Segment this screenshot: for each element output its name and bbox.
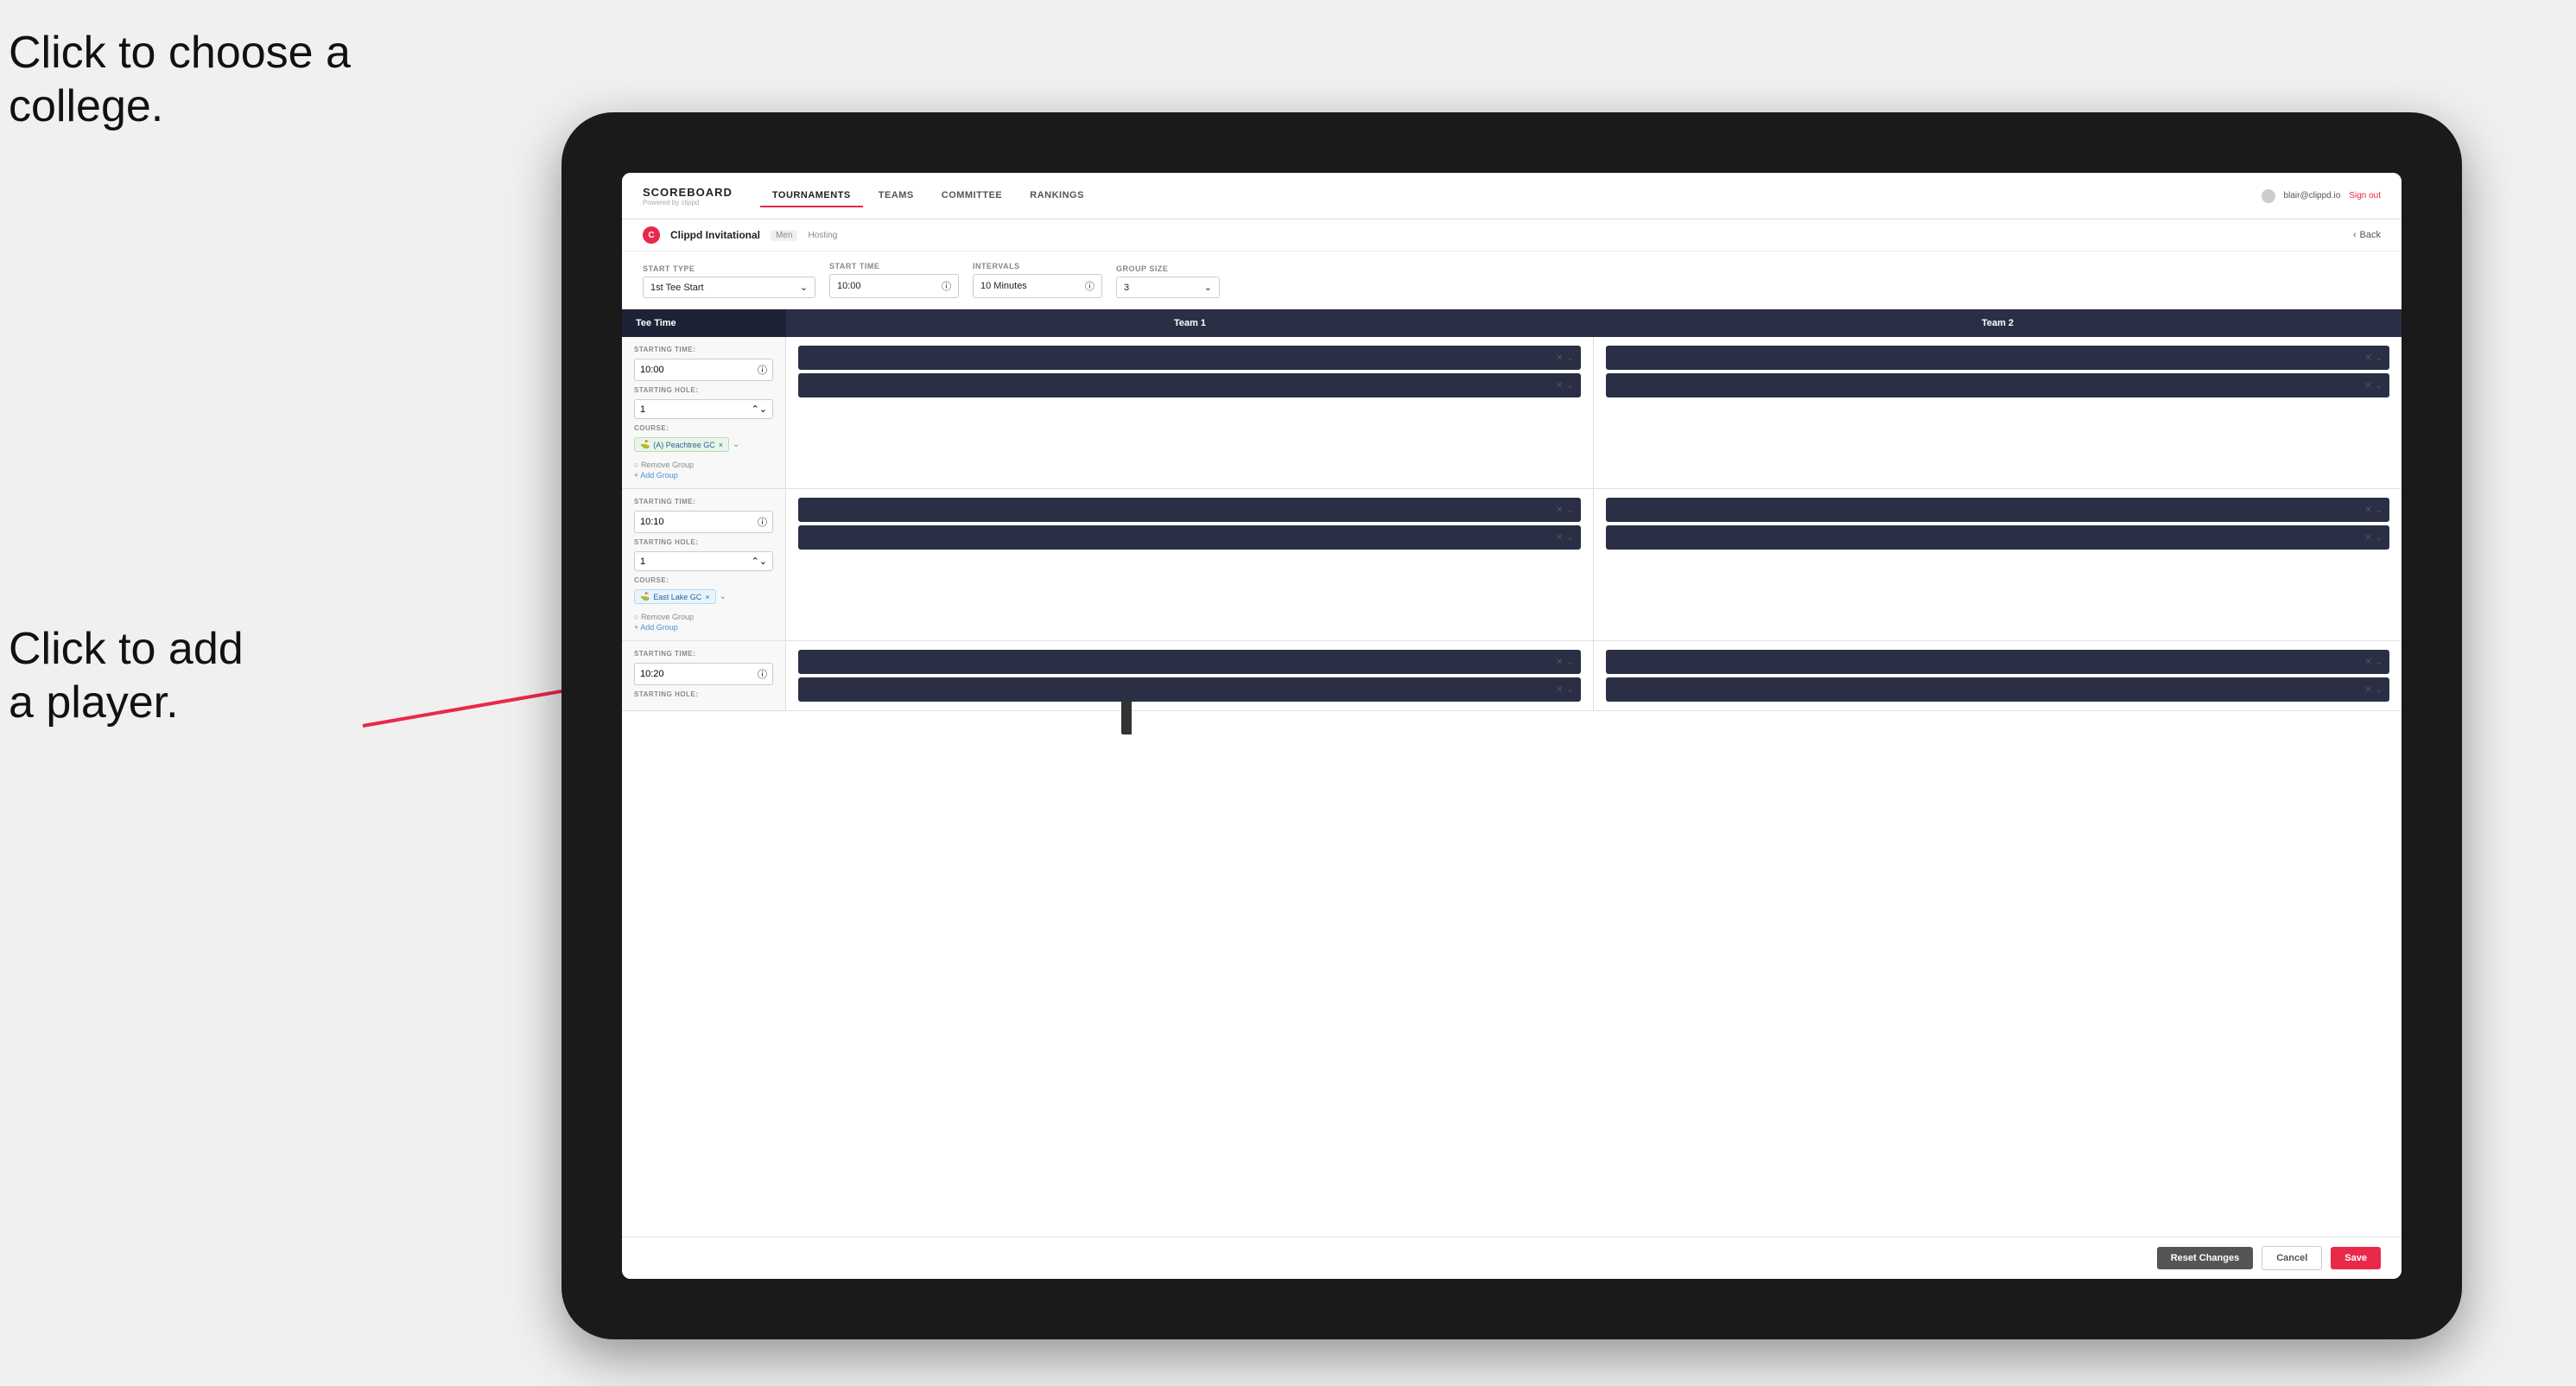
starting-time-label: STARTING TIME:	[634, 650, 773, 658]
add-group-2[interactable]: + Add Group	[634, 623, 773, 632]
nav-rankings[interactable]: RANKINGS	[1018, 185, 1096, 207]
intervals-select[interactable]: 10 Minutes ⓘ	[973, 274, 1102, 298]
tee-info-1: STARTING TIME: 10:00 ⓘ STARTING HOLE: 1 …	[622, 337, 786, 488]
player-slot[interactable]: ✕ ⌄	[1606, 373, 2389, 397]
annotation-choose-college: Click to choose a college.	[9, 26, 351, 134]
starting-time-input-2[interactable]: 10:10 ⓘ	[634, 511, 773, 533]
cancel-button[interactable]: Cancel	[2262, 1246, 2322, 1270]
sub-header: C Clippd Invitational Men Hosting ‹ Back	[622, 219, 2402, 251]
brand-title: SCOREBOARD	[643, 186, 733, 199]
start-time-label: Start Time	[829, 262, 959, 270]
course-tag-1[interactable]: ⛳ (A) Peachtree GC ×	[634, 437, 729, 452]
user-email: blair@clippd.io	[2284, 191, 2341, 200]
starting-time-label: STARTING TIME:	[634, 498, 773, 505]
starting-hole-label: STARTING HOLE:	[634, 538, 773, 546]
course-tag-2[interactable]: ⛳ East Lake GC ×	[634, 589, 716, 604]
tablet-frame: SCOREBOARD Powered by clippd TOURNAMENTS…	[562, 112, 2462, 1339]
user-avatar	[2262, 189, 2275, 203]
group-size-group: Group Size 3 ⌄	[1116, 264, 1220, 298]
brand: SCOREBOARD Powered by clippd	[643, 186, 733, 207]
tournament-tag: Hosting	[808, 231, 837, 240]
player-slot[interactable]: ✕ ⌄	[1606, 525, 2389, 550]
starting-time-input-1[interactable]: 10:00 ⓘ	[634, 359, 773, 381]
tee-info-3: STARTING TIME: 10:20 ⓘ STARTING HOLE:	[622, 641, 786, 710]
tournament-title: Clippd Invitational	[670, 229, 760, 241]
table-row: STARTING TIME: 10:20 ⓘ STARTING HOLE: ✕ …	[622, 641, 2402, 711]
th-team2: Team 2	[1594, 309, 2402, 337]
course-dropdown-1[interactable]: ⌄	[733, 440, 739, 449]
player-slot[interactable]: ✕ ⌄	[798, 346, 1581, 370]
nav-teams[interactable]: TEAMS	[866, 185, 926, 207]
group-size-label: Group Size	[1116, 264, 1220, 273]
th-team1: Team 1	[786, 309, 1594, 337]
tournament-badge: Men	[771, 230, 797, 241]
main-content: Tee Time Team 1 Team 2 STARTING TIME: 10…	[622, 309, 2402, 1237]
team1-cell-3: ✕ ⌄ ✕ ⌄	[786, 641, 1594, 710]
sign-out-link[interactable]: Sign out	[2349, 191, 2381, 200]
tournament-logo: C	[643, 226, 660, 244]
course-dropdown-2[interactable]: ⌄	[720, 592, 726, 601]
reset-button[interactable]: Reset Changes	[2157, 1247, 2253, 1269]
course-label: COURSE:	[634, 424, 773, 432]
group-size-select[interactable]: 3 ⌄	[1116, 277, 1220, 298]
player-slot[interactable]: ✕ ⌄	[1606, 346, 2389, 370]
nav-tournaments[interactable]: TOURNAMENTS	[760, 185, 863, 207]
intervals-label: Intervals	[973, 262, 1102, 270]
add-group-1[interactable]: + Add Group	[634, 471, 773, 480]
annotation-add-player: Click to add a player.	[9, 622, 244, 730]
player-slot[interactable]: ✕ ⌄	[798, 373, 1581, 397]
save-button[interactable]: Save	[2331, 1247, 2381, 1269]
starting-hole-label: STARTING HOLE:	[634, 690, 773, 698]
team1-cell-2: ✕ ⌄ ✕ ⌄	[786, 489, 1594, 640]
form-row: Start Type 1st Tee Start ⌄ Start Time 10…	[622, 251, 2402, 309]
nav-links: TOURNAMENTS TEAMS COMMITTEE RANKINGS	[760, 185, 2262, 207]
table-header: Tee Time Team 1 Team 2	[622, 309, 2402, 337]
starting-time-input-3[interactable]: 10:20 ⓘ	[634, 663, 773, 685]
starting-hole-input-1[interactable]: 1 ⌃⌄	[634, 399, 773, 419]
player-slot[interactable]: ✕ ⌄	[798, 650, 1581, 674]
start-type-group: Start Type 1st Tee Start ⌄	[643, 264, 815, 298]
team2-cell-2: ✕ ⌄ ✕ ⌄	[1594, 489, 2402, 640]
nav-committee[interactable]: COMMITTEE	[930, 185, 1015, 207]
start-time-select[interactable]: 10:00 ⓘ	[829, 274, 959, 298]
top-nav: SCOREBOARD Powered by clippd TOURNAMENTS…	[622, 173, 2402, 219]
tee-info-2: STARTING TIME: 10:10 ⓘ STARTING HOLE: 1 …	[622, 489, 786, 640]
player-slot[interactable]: ✕ ⌄	[798, 525, 1581, 550]
team1-cell-1: ✕ ⌄ ✕ ⌄	[786, 337, 1594, 488]
player-slot[interactable]: ✕ ⌄	[1606, 650, 2389, 674]
starting-hole-input-2[interactable]: 1 ⌃⌄	[634, 551, 773, 571]
th-tee-time: Tee Time	[622, 309, 786, 337]
start-time-group: Start Time 10:00 ⓘ	[829, 262, 959, 298]
remove-group-2[interactable]: ○ Remove Group	[634, 613, 773, 621]
remove-group-1[interactable]: ○ Remove Group	[634, 461, 773, 469]
player-slot[interactable]: ✕ ⌄	[798, 677, 1581, 702]
course-label: COURSE:	[634, 576, 773, 584]
starting-hole-label: STARTING HOLE:	[634, 386, 773, 394]
nav-right: blair@clippd.io Sign out	[2262, 189, 2381, 203]
brand-subtitle: Powered by clippd	[643, 199, 733, 207]
intervals-group: Intervals 10 Minutes ⓘ	[973, 262, 1102, 298]
player-slot[interactable]: ✕ ⌄	[798, 498, 1581, 522]
back-button[interactable]: ‹ Back	[2353, 230, 2381, 240]
start-type-select[interactable]: 1st Tee Start ⌄	[643, 277, 815, 298]
starting-time-label: STARTING TIME:	[634, 346, 773, 353]
player-slot[interactable]: ✕ ⌄	[1606, 498, 2389, 522]
team2-cell-3: ✕ ⌄ ✕ ⌄	[1594, 641, 2402, 710]
table-row: STARTING TIME: 10:10 ⓘ STARTING HOLE: 1 …	[622, 489, 2402, 641]
player-slot[interactable]: ✕ ⌄	[1606, 677, 2389, 702]
side-button[interactable]	[1121, 700, 1132, 734]
team2-cell-1: ✕ ⌄ ✕ ⌄	[1594, 337, 2402, 488]
table-row: STARTING TIME: 10:00 ⓘ STARTING HOLE: 1 …	[622, 337, 2402, 489]
footer-bar: Reset Changes Cancel Save	[622, 1237, 2402, 1279]
start-type-label: Start Type	[643, 264, 815, 273]
tablet-screen: SCOREBOARD Powered by clippd TOURNAMENTS…	[622, 173, 2402, 1279]
